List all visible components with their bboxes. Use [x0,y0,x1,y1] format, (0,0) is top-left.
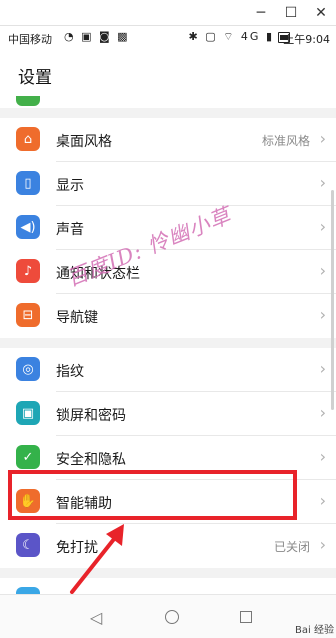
brand-watermark: Bai 经验 [295,625,334,636]
settings-section-account: ☁云服务未开启› [0,578,336,594]
fingerprint-icon: ◎ [16,357,40,381]
scrollbar[interactable] [331,190,334,410]
settings-row-label: 锁屏和密码 [56,408,126,424]
close-button[interactable]: ✕ [306,0,336,26]
settings-row-label: 智能辅助 [56,496,112,512]
settings-row[interactable]: ⌂ 桌面风格 标准风格 › [0,118,336,162]
minimize-button[interactable]: ─ [246,0,276,26]
settings-row[interactable]: ▯ 显示 › [0,162,336,206]
settings-row-value: 标准风格 [261,134,310,148]
chevron-right-icon: › [319,403,326,422]
settings-row[interactable]: ✓ 安全和隐私 › [0,436,336,480]
notification-icons: ◔ ▣ ◙ ▩ [64,30,130,43]
settings-section-partial [0,96,336,108]
back-button[interactable]: ◁ [82,603,110,631]
navigation-key-icon: ⊟ [16,303,40,327]
chevron-right-icon: › [319,173,326,192]
chevron-right-icon: › [319,447,326,466]
shield-icon: ✓ [16,445,40,469]
settings-list[interactable]: ⌂ 桌面风格 标准风格 › ▯ 显示 › ◀) 声音 › ♪ 通知和状态栏 › ⊟ 导航键 › ◎ 指纹 › ▣ 锁屏… [0,96,336,594]
status-bar: 中国移动 ◔ ▣ ◙ ▩ ✱ ▢ ⌔ 4G ▮ 上午9:04 [0,26,336,50]
cloud-icon: ☁ [16,587,40,594]
settings-row-label: 导航键 [56,310,98,326]
chevron-right-icon: › [319,305,326,324]
navigation-bar: ◁ [0,594,336,638]
home-icon [165,610,179,624]
recent-apps-icon [240,611,252,623]
window-title-bar: ─ ☐ ✕ [0,0,336,26]
settings-row[interactable]: ⊟ 导航键 › [0,294,336,338]
bell-icon: ♪ [16,259,40,283]
settings-row-value: 已关闭 [273,540,310,554]
app-header: 设置 [0,50,336,96]
settings-row[interactable]: ☾ 免打扰 已关闭 › [0,524,336,568]
chevron-right-icon: › [319,491,326,510]
settings-row-label: 显示 [56,178,84,194]
settings-row[interactable]: ☁云服务未开启› [0,578,336,594]
system-status-icons: ✱ ▢ ⌔ 4G ▮ [188,30,274,43]
chevron-right-icon: › [319,535,326,554]
carrier-label: 中国移动 [8,33,52,46]
settings-row[interactable]: ◎ 指纹 › [0,348,336,392]
settings-row[interactable]: ▣ 锁屏和密码 › [0,392,336,436]
maximize-button[interactable]: ☐ [276,0,306,26]
chevron-right-icon: › [319,359,326,378]
page-title: 设置 [18,68,52,88]
settings-row-label: 指纹 [56,364,84,380]
settings-row-label: 桌面风格 [56,134,112,150]
home-button[interactable] [158,603,186,631]
lock-icon: ▣ [16,401,40,425]
chevron-right-icon: › [319,129,326,148]
settings-row-label: 声音 [56,222,84,238]
settings-row-label: 安全和隐私 [56,452,126,468]
annotation-arrow [70,524,124,594]
home-icon: ⌂ [16,127,40,151]
moon-icon: ☾ [16,533,40,557]
settings-row[interactable]: ✋ 智能辅助 › [0,480,336,524]
settings-row[interactable]: ♪ 通知和状态栏 › [0,250,336,294]
settings-section-security: ◎ 指纹 › ▣ 锁屏和密码 › ✓ 安全和隐私 › ✋ 智能辅助 › ☾ 免打扰 已关闭 › [0,348,336,568]
chevron-right-icon: › [319,261,326,280]
status-clock: 上午9:04 [283,33,330,46]
recent-apps-button[interactable] [232,603,260,631]
hand-icon: ✋ [16,489,40,513]
chevron-right-icon: › [319,217,326,236]
partial-item-icon [16,96,40,106]
display-icon: ▯ [16,171,40,195]
sound-icon: ◀) [16,215,40,239]
